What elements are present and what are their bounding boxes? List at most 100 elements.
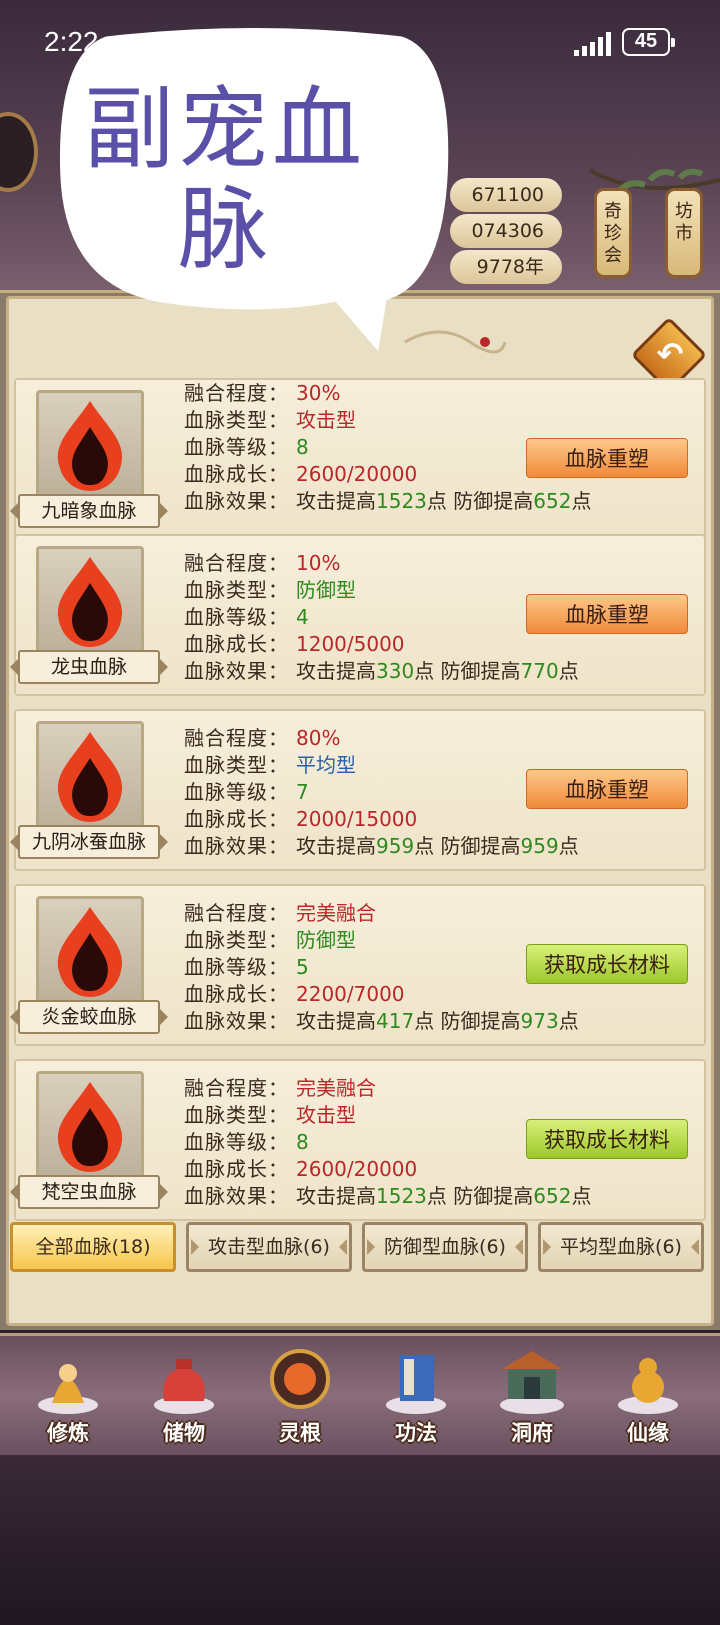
def-unit: 点 xyxy=(558,1009,579,1033)
tab-all-bloodlines[interactable]: 全部血脉(18) xyxy=(10,1222,176,1272)
growth-row: 血脉成长： 1200/5000 xyxy=(184,631,405,658)
type-value: 攻击型 xyxy=(296,1103,356,1127)
fusion-row: 融合程度： 完美融合 xyxy=(184,900,376,927)
atk-prefix: 攻击提高 xyxy=(296,1009,376,1033)
atk-prefix: 攻击提高 xyxy=(296,834,376,858)
nav-label: 灵根 xyxy=(279,1421,321,1445)
growth-label: 血脉成长： xyxy=(184,632,289,656)
growth-row: 血脉成长： 2000/15000 xyxy=(184,806,417,833)
def-value: 652 xyxy=(533,1184,572,1208)
type-label: 血脉类型： xyxy=(184,408,289,432)
level-value: 8 xyxy=(296,1130,309,1154)
level-value: 4 xyxy=(296,605,309,629)
fusion-value: 完美融合 xyxy=(296,1076,376,1100)
tab-label: 防御型血脉(6) xyxy=(384,1236,506,1258)
bloodline-card: 九暗象血脉 融合程度： 30% 血脉类型： 攻击型 血脉等级： 8 血脉成长： 2600… xyxy=(10,378,706,540)
type-value: 攻击型 xyxy=(296,408,356,432)
nav-spirit-root[interactable]: 灵根 xyxy=(254,1345,346,1453)
nav-cave-dwelling[interactable]: 洞府 xyxy=(486,1345,578,1453)
type-value: 平均型 xyxy=(296,753,356,777)
fusion-label: 融合程度： xyxy=(184,551,289,575)
effect-row: 血脉效果： 攻击提高1523点 防御提高652点 xyxy=(184,488,591,515)
bloodline-flame-icon[interactable] xyxy=(36,546,144,654)
bottom-background xyxy=(0,1455,720,1625)
nav-label: 储物 xyxy=(163,1421,205,1445)
tab-defense-bloodlines[interactable]: 防御型血脉(6) xyxy=(362,1222,528,1272)
bloodline-name: 龙虫血脉 xyxy=(10,650,168,684)
fusion-label: 融合程度： xyxy=(184,726,289,750)
bloodline-name: 九暗象血脉 xyxy=(10,494,168,528)
atk-value: 959 xyxy=(376,834,415,858)
growth-value: 2000/15000 xyxy=(296,807,418,831)
bloodline-card: 龙虫血脉 融合程度： 10% 血脉类型： 防御型 血脉等级： 4 血脉成长： 1200/… xyxy=(10,534,706,696)
effect-row: 血脉效果： 攻击提高1523点 防御提高652点 xyxy=(184,1183,591,1210)
technique-book-icon xyxy=(386,1355,446,1414)
reshape-bloodline-button[interactable]: 血脉重塑 xyxy=(526,594,688,634)
atk-prefix: 攻击提高 xyxy=(296,489,376,513)
bloodline-flame-icon[interactable] xyxy=(36,1071,144,1179)
tab-label: 攻击型血脉(6) xyxy=(208,1236,330,1258)
fusion-label: 融合程度： xyxy=(184,381,289,405)
get-growth-material-button[interactable]: 获取成长材料 xyxy=(526,944,688,984)
effect-label: 血脉效果： xyxy=(184,489,289,513)
atk-unit: 点 xyxy=(414,834,435,858)
atk-unit: 点 xyxy=(414,1009,435,1033)
nav-label: 仙缘 xyxy=(627,1421,669,1445)
reshape-bloodline-button[interactable]: 血脉重塑 xyxy=(526,438,688,478)
reshape-bloodline-button[interactable]: 血脉重塑 xyxy=(526,769,688,809)
type-row: 血脉类型： 防御型 xyxy=(184,577,356,604)
fusion-row: 融合程度： 30% xyxy=(184,380,340,407)
fusion-value: 完美融合 xyxy=(296,901,376,925)
level-row: 血脉等级： 5 xyxy=(184,954,309,981)
bloodline-name: 梵空虫血脉 xyxy=(10,1175,168,1209)
level-label: 血脉等级： xyxy=(184,1130,289,1154)
nav-storage[interactable]: 储物 xyxy=(138,1345,230,1453)
effect-label: 血脉效果： xyxy=(184,834,289,858)
def-value: 770 xyxy=(520,659,559,683)
nav-immortal-fate[interactable]: 仙缘 xyxy=(602,1345,694,1453)
bloodline-flame-icon[interactable] xyxy=(36,721,144,829)
growth-row: 血脉成长： 2200/7000 xyxy=(184,981,405,1008)
cave-dwelling-icon xyxy=(500,1351,564,1414)
effect-row: 血脉效果： 攻击提高959点 防御提高959点 xyxy=(184,833,579,860)
get-growth-material-button[interactable]: 获取成长材料 xyxy=(526,1119,688,1159)
atk-unit: 点 xyxy=(414,659,435,683)
spirit-root-icon xyxy=(270,1349,330,1409)
effect-row: 血脉效果： 攻击提高417点 防御提高973点 xyxy=(184,1008,579,1035)
overlay-title: 副宠血脉 xyxy=(84,77,366,282)
bloodline-flame-icon[interactable] xyxy=(36,896,144,1004)
tab-attack-bloodlines[interactable]: 攻击型血脉(6) xyxy=(186,1222,352,1272)
level-label: 血脉等级： xyxy=(184,955,289,979)
level-row: 血脉等级： 8 xyxy=(184,1129,309,1156)
bloodline-flame-icon[interactable] xyxy=(36,390,144,498)
def-prefix: 防御提高 xyxy=(440,659,521,683)
atk-unit: 点 xyxy=(426,1184,447,1208)
nav-cultivation[interactable]: 修炼 xyxy=(22,1345,114,1453)
atk-value: 417 xyxy=(376,1009,415,1033)
nav-label: 功法 xyxy=(395,1421,437,1445)
atk-unit: 点 xyxy=(426,489,447,513)
tab-balanced-bloodlines[interactable]: 平均型血脉(6) xyxy=(538,1222,704,1272)
bloodline-name: 九阴冰蚕血脉 xyxy=(10,825,168,859)
growth-label: 血脉成长： xyxy=(184,982,289,1006)
effect-row: 血脉效果： 攻击提高330点 防御提高770点 xyxy=(184,658,579,685)
nav-technique[interactable]: 功法 xyxy=(370,1345,462,1453)
def-prefix: 防御提高 xyxy=(440,834,521,858)
level-label: 血脉等级： xyxy=(184,605,289,629)
level-value: 8 xyxy=(296,435,309,459)
fusion-row: 融合程度： 完美融合 xyxy=(184,1075,376,1102)
type-label: 血脉类型： xyxy=(184,753,289,777)
def-prefix: 防御提高 xyxy=(453,1184,534,1208)
fangshi-button[interactable]: 坊市 xyxy=(665,188,703,278)
atk-prefix: 攻击提高 xyxy=(296,659,376,683)
qizhenhui-button[interactable]: 奇珍会 xyxy=(594,188,632,278)
type-row: 血脉类型： 攻击型 xyxy=(184,1102,356,1129)
def-value: 959 xyxy=(520,834,559,858)
level-label: 血脉等级： xyxy=(184,435,289,459)
def-unit: 点 xyxy=(558,659,579,683)
type-value: 防御型 xyxy=(296,928,356,952)
level-row: 血脉等级： 7 xyxy=(184,779,309,806)
fusion-value: 80% xyxy=(296,726,341,750)
growth-label: 血脉成长： xyxy=(184,1157,289,1181)
tab-label: 平均型血脉(6) xyxy=(560,1236,682,1258)
